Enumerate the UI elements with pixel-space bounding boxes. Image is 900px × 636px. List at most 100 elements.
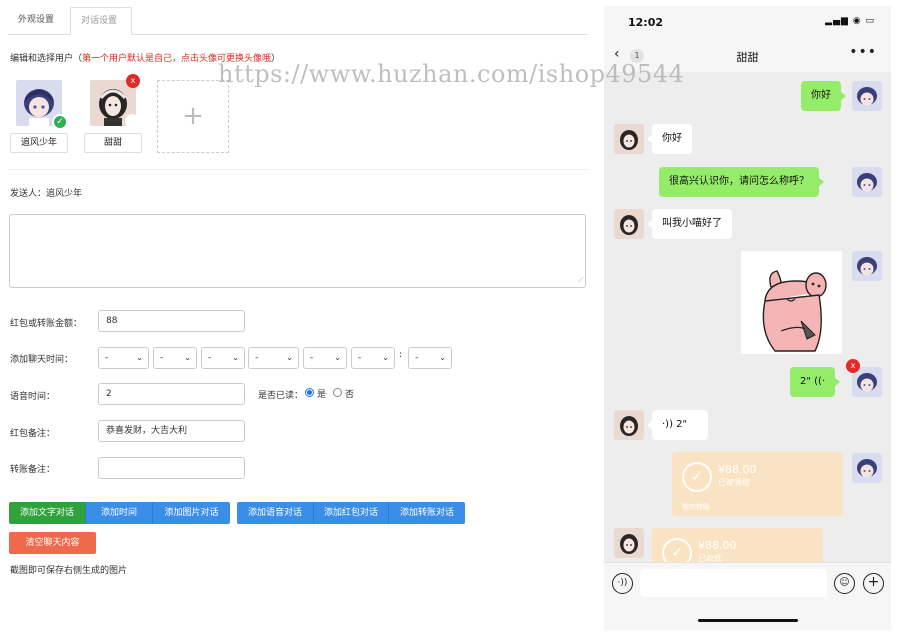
avatar [614, 528, 644, 558]
chevron-down-icon: ⌄ [232, 353, 239, 362]
voice-time-label: 语音时间： [10, 392, 56, 402]
avatar [614, 209, 644, 239]
hongbao-note-input[interactable]: 恭喜发财，大吉大利 [98, 420, 245, 442]
resize-grip-icon[interactable]: ⟋ [578, 276, 583, 285]
clear-chat-button[interactable]: 清空聊天内容 [9, 532, 96, 554]
transfer-note-input[interactable] [98, 457, 245, 479]
amount-input[interactable]: 88 [98, 310, 245, 332]
chat-time-label: 添加聊天时间： [10, 355, 74, 365]
read-no-radio[interactable] [333, 388, 342, 397]
delete-message-button[interactable]: x [846, 359, 860, 373]
voice-duration: 2" [676, 419, 688, 430]
message-bubble: 很高兴认识你，请问怎么称呼？ [659, 167, 824, 197]
message-textarea[interactable]: ⟋ [9, 214, 586, 288]
message-bubble: 你好 [647, 124, 692, 154]
add-transfer-button[interactable]: 添加转账对话 [389, 502, 465, 524]
voice-wave-icon: ·)) [662, 419, 673, 430]
message-bubble: 叫我小喵好了 [647, 209, 732, 239]
voice-duration: 2" [800, 376, 811, 387]
tab-appearance[interactable]: 外观设置 [8, 7, 66, 35]
sender-line: 发送人：追风少年 [10, 186, 82, 199]
settings-panel: 外观设置 对话设置 编辑和选择用户（第一个用户默认是自己，点击头像可更换头像哦）… [0, 0, 595, 636]
signal-wifi-battery-icon: ▂▄▆ ◉ ▭ [825, 16, 875, 26]
voice-time-input[interactable]: 2 [98, 383, 245, 405]
user-name-self[interactable]: 追风少年 [10, 133, 68, 153]
tab-bar: 外观设置 对话设置 [8, 7, 588, 35]
chat-preview: 12:02 ▂▄▆ ◉ ▭ ‹ 1 甜甜 ••• 你好 你好 很高兴认识你，请问… [604, 6, 891, 630]
avatar [852, 251, 882, 281]
weekday-select[interactable]: - ⌄ [248, 347, 299, 369]
minute-select[interactable]: - ⌄ [408, 347, 452, 369]
users-hint-suffix: ） [271, 54, 281, 64]
sender-name: 追风少年 [46, 189, 83, 199]
selected-check-icon: ✓ [52, 114, 68, 130]
message-bubble: 你好 [801, 81, 846, 111]
minute-select-value: - [415, 353, 419, 363]
chat-title: 甜甜 [736, 51, 759, 64]
chat-input-field[interactable] [640, 569, 827, 597]
read-yes-label[interactable]: 是 [317, 387, 326, 400]
check-circle-icon: ✓ [682, 462, 712, 492]
user-name-tiantian[interactable]: 甜甜 [84, 133, 142, 153]
ampm-select-value: - [310, 353, 314, 363]
time-separator: : [399, 350, 403, 360]
voice-message: 2" ((· [790, 367, 841, 397]
divider [8, 169, 588, 170]
read-yes-radio[interactable] [305, 388, 314, 397]
chevron-down-icon: ⌄ [136, 353, 143, 362]
pig-sticker-icon [762, 270, 827, 352]
users-hint-note: 第一个用户默认是自己，点击头像可更换头像哦 [82, 54, 272, 64]
avatar [614, 410, 644, 440]
add-voice-button[interactable]: 添加语音对话 [237, 502, 314, 524]
month-select[interactable]: - ⌄ [153, 347, 197, 369]
chevron-down-icon: ⌄ [439, 353, 446, 362]
weekday-select-value: - [255, 353, 259, 363]
add-image-button[interactable]: 添加图片对话 [153, 502, 230, 524]
voice-message: ·)) 2" [647, 410, 708, 440]
transfer-status: 已被领取 [718, 478, 750, 487]
home-indicator [698, 619, 798, 622]
chevron-down-icon: ⌄ [382, 353, 389, 362]
chat-navbar: ‹ 1 甜甜 ••• [604, 40, 891, 72]
avatar [852, 453, 882, 483]
transfer-footer: 微信转账 [682, 503, 710, 511]
hongbao-note-label: 红包备注： [10, 429, 56, 439]
add-time-button[interactable]: 添加时间 [86, 502, 153, 524]
voice-input-icon[interactable]: ·)) [612, 573, 633, 594]
plus-icon[interactable]: + [863, 573, 884, 594]
amount-label: 红包或转账金额： [10, 319, 83, 329]
voice-wave-icon: ((· [814, 376, 826, 387]
status-time: 12:02 [628, 16, 664, 29]
read-label: 是否已读： [258, 391, 304, 401]
users-hint: 编辑和选择用户（第一个用户默认是自己，点击头像可更换头像哦） [10, 51, 280, 64]
transfer-note-label: 转账备注： [10, 465, 56, 475]
month-select-value: - [160, 353, 164, 363]
users-hint-prefix: 编辑和选择用户（ [10, 54, 83, 64]
emoji-icon[interactable]: ☺ [834, 573, 855, 594]
hour-select[interactable]: - ⌄ [351, 347, 395, 369]
save-note: 截图即可保存右侧生成的图片 [10, 566, 128, 576]
sender-label: 发送人： [10, 189, 47, 199]
year-select-value: - [105, 353, 109, 363]
chevron-down-icon: ⌄ [286, 353, 293, 362]
avatar [852, 167, 882, 197]
year-select[interactable]: - ⌄ [98, 347, 149, 369]
transfer-amount: ¥88.00 [698, 539, 737, 552]
avatar [614, 124, 644, 154]
delete-user-button[interactable]: x [126, 74, 140, 88]
ampm-select[interactable]: - ⌄ [303, 347, 347, 369]
image-message [741, 251, 842, 354]
more-icon[interactable]: ••• [849, 44, 877, 60]
status-bar: 12:02 ▂▄▆ ◉ ▭ [604, 6, 891, 40]
hour-select-value: - [358, 353, 362, 363]
day-select-value: - [208, 353, 212, 363]
add-text-button[interactable]: 添加文字对话 [9, 502, 86, 524]
chevron-down-icon: ⌄ [334, 353, 341, 362]
read-no-label[interactable]: 否 [345, 387, 354, 400]
unselected-ring-icon[interactable] [125, 114, 139, 128]
add-hongbao-button[interactable]: 添加红包对话 [314, 502, 389, 524]
add-user-button[interactable]: + [157, 80, 229, 153]
avatar [852, 81, 882, 111]
day-select[interactable]: - ⌄ [201, 347, 245, 369]
tab-dialog[interactable]: 对话设置 [70, 7, 132, 35]
